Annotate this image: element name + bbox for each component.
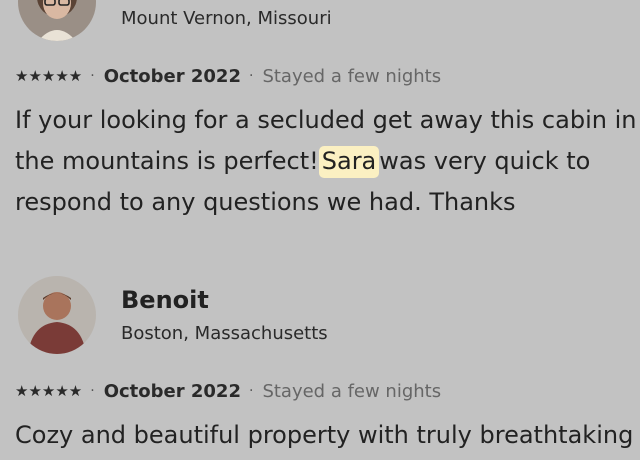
review-text-line: respond to any questions we had. Thanks — [15, 188, 516, 216]
review-text-line: If your looking for a secluded get away … — [15, 106, 637, 134]
review-meta: ★★★★★ · October 2022 · Stayed a few nigh… — [15, 64, 441, 88]
review-text-segment: was very quick to — [379, 147, 591, 175]
review-date: October 2022 — [103, 65, 241, 87]
separator-dot: · — [248, 383, 254, 399]
review-text: If your looking for a secluded get away … — [15, 100, 636, 223]
reviewer-name[interactable]: Benoit — [121, 286, 209, 314]
stay-duration: Stayed a few nights — [262, 380, 442, 402]
reviewer-location: Mount Vernon, Missouri — [121, 8, 332, 29]
star-rating: ★★★★★ — [15, 382, 83, 400]
review-text-line: the mountains is perfect! Sara was very qu… — [15, 141, 636, 182]
star-rating: ★★★★★ — [15, 67, 83, 85]
separator-dot: · — [90, 68, 95, 84]
review-date: October 2022 — [103, 380, 241, 402]
review-text-line: Cozy and beautiful property with truly b… — [15, 421, 634, 449]
avatar[interactable] — [18, 0, 96, 41]
stay-duration: Stayed a few nights — [262, 65, 442, 87]
reviewer-location: Boston, Massachusetts — [121, 323, 328, 344]
review-text-segment: the mountains is perfect! — [15, 147, 319, 175]
review-meta: ★★★★★ · October 2022 · Stayed a few nigh… — [15, 379, 441, 403]
highlighted-host-name: Sara — [318, 146, 380, 178]
review-text: Cozy and beautiful property with truly b… — [15, 415, 633, 456]
avatar[interactable] — [18, 276, 96, 354]
separator-dot: · — [248, 68, 254, 84]
separator-dot: · — [90, 383, 95, 399]
